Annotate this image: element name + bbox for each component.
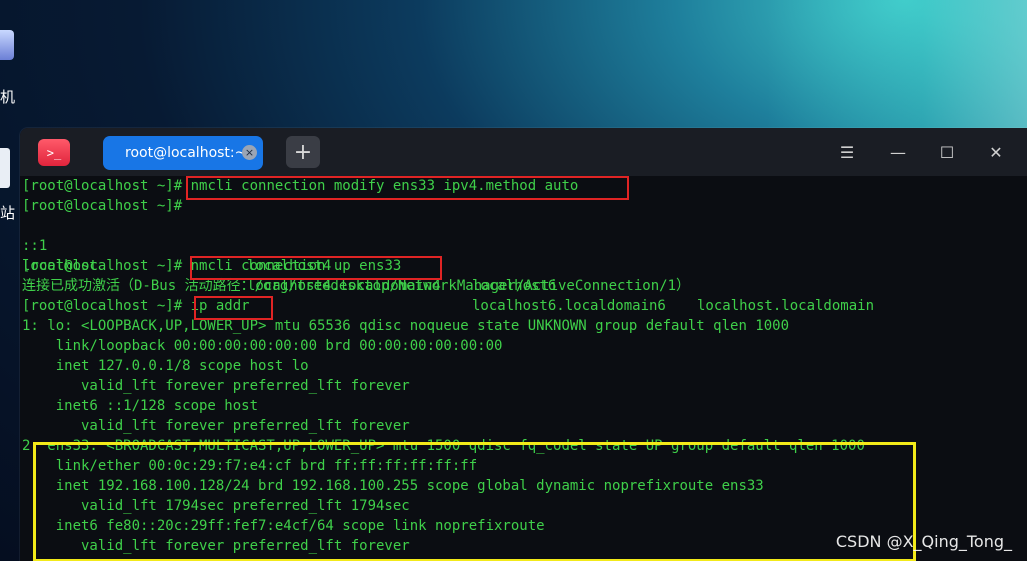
output-line: link/loopback 00:00:00:00:00:00 brd 00:0… bbox=[22, 338, 503, 354]
tab-root-localhost[interactable]: root@localhost:~ × bbox=[103, 136, 263, 170]
completion-row: ::1 localhost4 localhost6 localhost.loca… bbox=[22, 216, 874, 314]
highlight-box-up-command bbox=[190, 256, 442, 280]
prompt: [root@localhost ~]# bbox=[22, 198, 183, 214]
desktop-trash-icon[interactable] bbox=[0, 148, 10, 188]
completion-item: localhost.localdomain bbox=[697, 298, 875, 314]
prompt: [root@localhost ~]# bbox=[22, 298, 183, 314]
terminal-output[interactable]: [root@localhost ~]# nmcli connection mod… bbox=[20, 176, 1027, 561]
output-line: inet 127.0.0.1/8 scope host lo bbox=[22, 358, 309, 374]
tab-title: root@localhost:~ bbox=[125, 145, 247, 161]
desktop-icon-label-trash: 站 bbox=[0, 204, 16, 222]
output-line: valid_lft forever preferred_lft forever bbox=[22, 418, 410, 434]
highlight-box-ip-addr-command bbox=[194, 296, 273, 320]
tab-close-icon[interactable]: × bbox=[242, 145, 257, 160]
desktop-wallpaper-glow bbox=[767, 0, 1027, 140]
title-bar: >_ root@localhost:~ × + ☰ — ☐ ✕ bbox=[20, 128, 1027, 176]
prompt: [root@localhost ~]# bbox=[22, 178, 183, 194]
terminal-line: [root@localhost ~]# bbox=[22, 196, 182, 216]
close-icon[interactable]: ✕ bbox=[984, 140, 1008, 164]
desktop-app-icon[interactable] bbox=[0, 30, 14, 60]
output-line: inet6 ::1/128 scope host bbox=[22, 398, 259, 414]
output-line: 1: lo: <LOOPBACK,UP,LOWER_UP> mtu 65536 … bbox=[22, 318, 790, 334]
output-line: valid_lft forever preferred_lft forever bbox=[22, 378, 410, 394]
prompt: [root@localhost ~]# bbox=[22, 258, 183, 274]
new-tab-button[interactable]: + bbox=[286, 136, 320, 168]
highlight-box-modify-command bbox=[186, 176, 629, 200]
completion-item: localhost6.localdomain6 bbox=[472, 298, 666, 314]
csdn-watermark: CSDN @X_Qing_Tong_ bbox=[835, 532, 1012, 551]
terminal-app-icon: >_ bbox=[38, 139, 70, 166]
menu-icon[interactable]: ☰ bbox=[835, 140, 859, 164]
minimize-icon[interactable]: — bbox=[886, 140, 910, 164]
maximize-icon[interactable]: ☐ bbox=[935, 140, 959, 164]
desktop-icon-label-computer: 机 bbox=[0, 88, 16, 106]
terminal-window: >_ root@localhost:~ × + ☰ — ☐ ✕ [root@lo… bbox=[20, 128, 1027, 561]
highlight-box-ens33-details bbox=[33, 442, 916, 561]
completion-row: localhost localhost4.localdomain4 localh… bbox=[22, 236, 666, 314]
